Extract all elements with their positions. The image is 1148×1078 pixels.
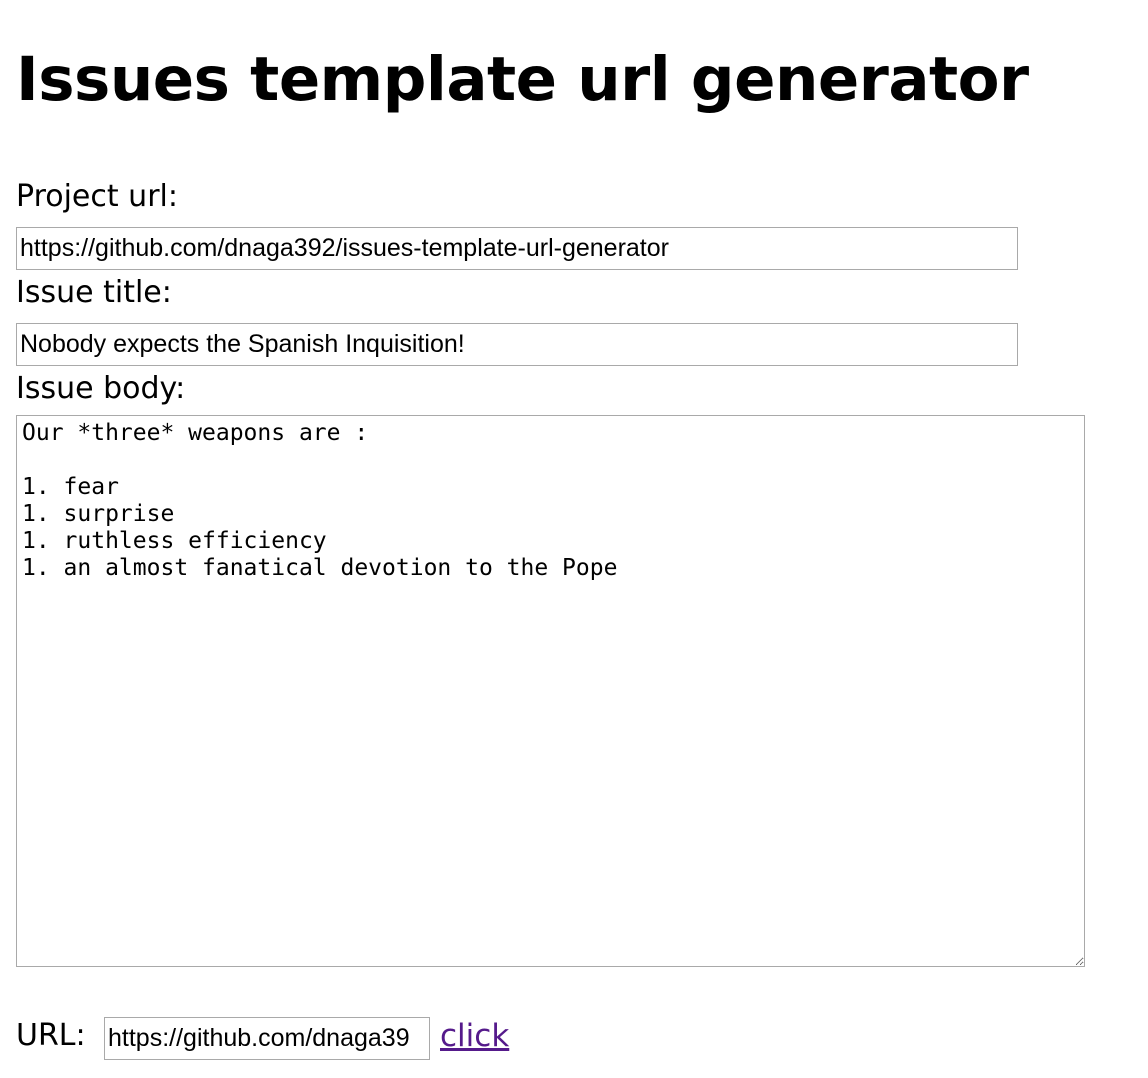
url-label: URL: — [16, 1018, 86, 1053]
issue-body-textarea[interactable]: Our *three* weapons are : 1. fear 1. sur… — [16, 415, 1085, 967]
issue-body-label: Issue body: — [16, 371, 186, 406]
issue-title-label: Issue title: — [16, 275, 172, 310]
project-url-input[interactable] — [16, 227, 1018, 270]
project-url-label: Project url: — [16, 179, 178, 214]
open-url-link[interactable]: click — [440, 1016, 509, 1056]
page-title: Issues template url generator — [16, 44, 1029, 115]
issue-title-input[interactable] — [16, 323, 1018, 366]
generated-url-input[interactable] — [104, 1017, 430, 1060]
